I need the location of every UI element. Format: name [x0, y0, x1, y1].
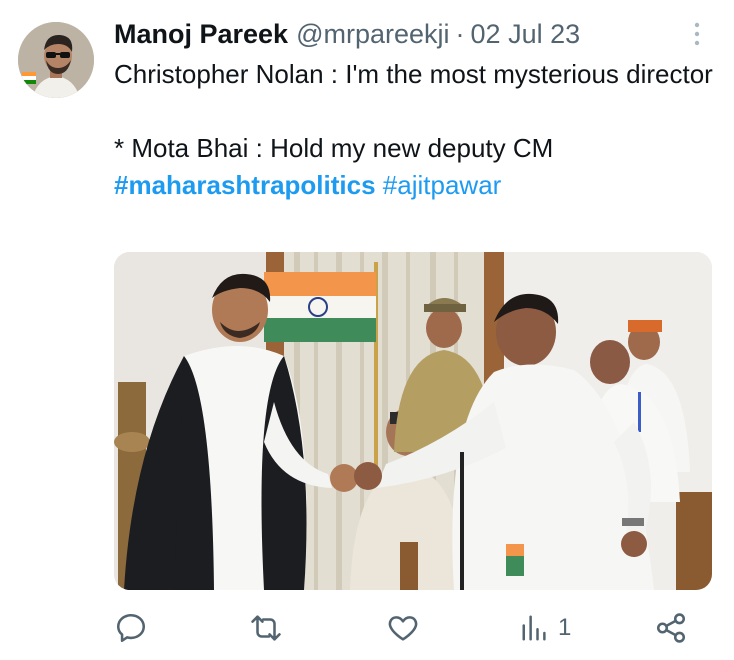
reply-icon	[116, 613, 146, 643]
tweet-header: Manoj Pareek @mrpareekji · 02 Jul 23	[114, 18, 580, 50]
tweet-date[interactable]: 02 Jul 23	[471, 18, 581, 50]
tweet-text: Christopher Nolan : I'm the most mysteri…	[114, 56, 714, 204]
views-bar-chart-icon	[522, 615, 546, 641]
author-handle[interactable]: @mrpareekji	[296, 18, 449, 50]
reply-button[interactable]	[114, 606, 148, 650]
tweet-action-bar: 1	[114, 606, 712, 650]
heart-icon	[388, 616, 418, 641]
views-button[interactable]: 1	[520, 606, 571, 650]
hashtag-maharashtrapolitics[interactable]: #maharashtrapolitics	[114, 170, 376, 200]
share-icon	[656, 613, 686, 643]
like-button[interactable]	[386, 606, 420, 650]
hashtag-ajitpawar[interactable]: #ajitpawar	[383, 170, 502, 200]
retweet-button[interactable]	[248, 606, 284, 650]
tweet-text-line-1: Christopher Nolan : I'm the most mysteri…	[114, 59, 713, 89]
views-count: 1	[558, 614, 572, 641]
tweet-photo[interactable]	[114, 252, 712, 590]
tweet-text-line-2: * Mota Bhai : Hold my new deputy CM	[114, 133, 554, 163]
author-name[interactable]: Manoj Pareek	[114, 18, 288, 50]
retweet-icon	[251, 615, 281, 641]
author-avatar[interactable]	[18, 22, 94, 98]
hashtags: #maharashtrapolitics #ajitpawar	[114, 167, 714, 204]
more-options-icon[interactable]	[684, 18, 710, 50]
share-button[interactable]	[654, 606, 688, 650]
separator-dot: ·	[455, 19, 465, 49]
